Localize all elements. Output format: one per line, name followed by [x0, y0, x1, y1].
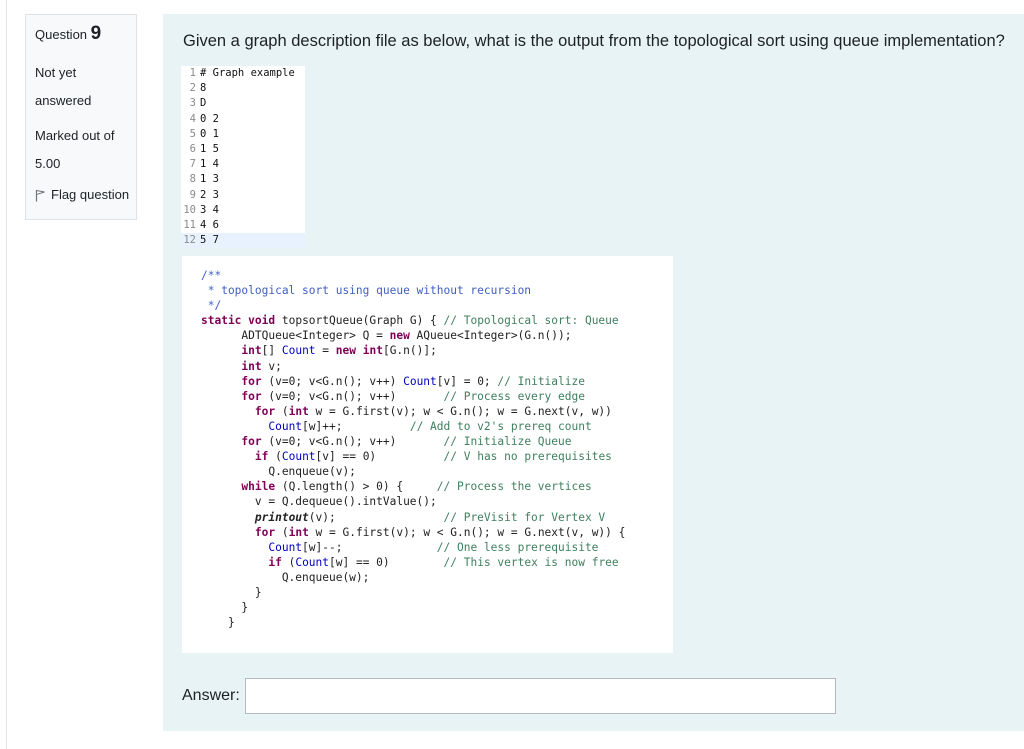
graph-file-line: 8 1 3 [181, 172, 305, 187]
line-number: 9 [189, 188, 196, 201]
line-number: 6 [189, 142, 196, 155]
line-number: 10 [183, 203, 196, 216]
question-state: Not yet answered [35, 65, 92, 108]
question-text: Given a graph description file as below,… [183, 32, 1005, 50]
line-number: 1 [189, 67, 196, 79]
line-text: 1 3 [200, 173, 219, 186]
code-javadoc-close: */ [201, 299, 222, 313]
graph-file-line: 6 1 5 [181, 142, 305, 157]
line-text: 0 2 [200, 112, 219, 125]
question-grade: Marked out of 5.00 [35, 128, 115, 171]
line-number: 4 [189, 112, 196, 125]
code-comment-previsit: // PreVisit for Vertex V [443, 510, 606, 524]
code-comment-init-queue: // Initialize Queue [443, 435, 572, 449]
code-javadoc-open: /** [201, 269, 222, 282]
code-javadoc-text: * topological sort using queue without r… [201, 284, 532, 298]
graph-file-line: 4 0 2 [181, 112, 305, 127]
graph-file-line: 28 [181, 81, 305, 96]
line-text: 8 [200, 82, 207, 95]
line-number: 11 [183, 218, 196, 231]
question-number: 9 [90, 23, 102, 44]
code-comment-initialize: // Initialize [497, 374, 585, 388]
graph-file-line: 9 2 3 [181, 188, 305, 203]
question-word: Question [35, 27, 88, 42]
code-block: /** * topological sort using queue witho… [201, 269, 626, 630]
graph-file-line: 11 4 6 [181, 218, 305, 233]
code-comment-toposort: // Topological sort: Queue [443, 314, 619, 328]
line-number: 8 [189, 173, 196, 186]
graph-file-line: 3D [181, 96, 305, 111]
question-content: Given a graph description file as below,… [163, 14, 1024, 731]
code-comment-process-edge: // Process every edge [443, 389, 585, 403]
question-info-panel: Question 9 Not yet answered Marked out o… [25, 14, 137, 220]
line-number: 2 [189, 82, 196, 95]
graph-file-line: 7 1 4 [181, 157, 305, 172]
line-text: 2 3 [200, 188, 219, 201]
answer-row: Answer: [182, 678, 836, 714]
graph-file-line: 10 3 4 [181, 203, 305, 218]
graph-file-listing: 1 # Graph example 2 8 3 D 4 0 250 161 571 481 3… [181, 66, 305, 249]
line-text: 1 5 [200, 142, 219, 155]
flag-question-link[interactable]: Flag question [35, 186, 136, 202]
answer-label: Answer: [182, 687, 240, 704]
line-text: 0 1 [200, 127, 219, 140]
flag-question-label: Flag question [51, 186, 130, 202]
graph-file-line: 12 5 7 [181, 233, 305, 249]
line-number: 5 [189, 127, 196, 140]
flag-icon [35, 189, 45, 202]
page-left-border [6, 0, 7, 749]
code-listing: /** * topological sort using queue witho… [182, 256, 673, 653]
line-text: 3 4 [200, 203, 219, 216]
line-number: 12 [183, 234, 196, 247]
line-text: D [200, 97, 207, 110]
code-comment-add-prereq: // Add to v2's prereq count [409, 419, 592, 433]
line-text: 4 6 [200, 218, 219, 231]
answer-input[interactable] [244, 678, 836, 714]
code-comment-now-free: // This vertex is now free [443, 555, 619, 569]
line-number: 7 [189, 158, 196, 171]
code-comment-one-less: // One less prerequisite [436, 540, 599, 554]
line-number: 3 [189, 97, 196, 110]
line-text: 1 4 [200, 158, 219, 171]
graph-file-line: 5 0 1 [181, 127, 305, 142]
line-text: 5 7 [200, 234, 219, 247]
question-number-heading: Question 9 [35, 23, 136, 45]
graph-file-line: 1 # Graph example [181, 66, 305, 81]
code-comment-no-prereq: // V has no prerequisites [443, 450, 612, 464]
code-comment-process-vertices: // Process the vertices [436, 480, 592, 494]
line-text: # Graph example [200, 67, 295, 79]
